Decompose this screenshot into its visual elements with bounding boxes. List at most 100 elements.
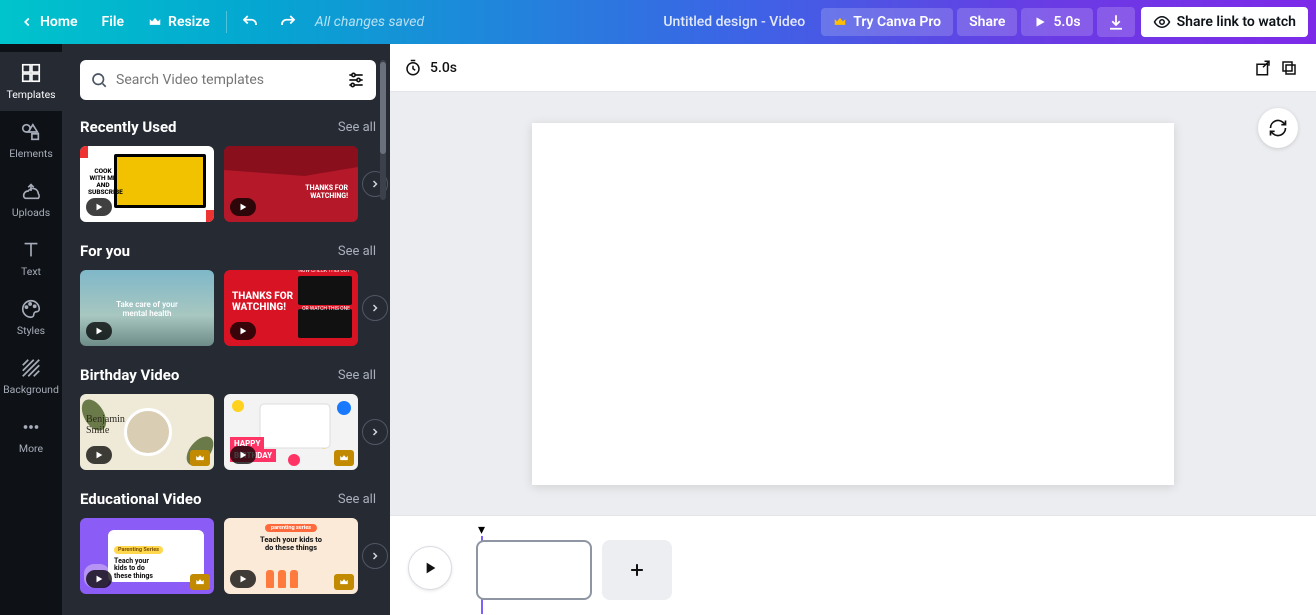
- row-next-button[interactable]: [362, 295, 388, 321]
- share-button[interactable]: Share: [957, 8, 1017, 36]
- rail-background-label: Background: [3, 383, 59, 396]
- template-thumb[interactable]: parenting series Teach your kids to do t…: [224, 518, 358, 594]
- rail-text[interactable]: Text: [0, 229, 62, 288]
- duplicate-page-button[interactable]: [1276, 55, 1302, 81]
- see-all-foryou[interactable]: See all: [338, 244, 376, 259]
- home-button[interactable]: Home: [8, 8, 90, 36]
- file-button[interactable]: File: [90, 8, 137, 36]
- page-duration-label: 5.0s: [430, 60, 457, 76]
- rail-background[interactable]: Background: [0, 347, 62, 406]
- top-bar: Home File Resize All changes saved Untit…: [0, 0, 1316, 44]
- elements-icon: [20, 121, 42, 143]
- template-thumb[interactable]: Take care of your mental health: [80, 270, 214, 346]
- play-icon: [86, 322, 112, 340]
- share-link-button[interactable]: Share link to watch: [1141, 7, 1308, 37]
- uploads-icon: [20, 180, 42, 202]
- row-next-button[interactable]: [362, 419, 388, 445]
- search-icon: [90, 71, 108, 89]
- crown-icon: [190, 574, 210, 590]
- chevron-right-icon: [369, 302, 381, 314]
- try-pro-button[interactable]: Try Canva Pro: [821, 8, 953, 36]
- row-next-button[interactable]: [362, 543, 388, 569]
- design-canvas[interactable]: [532, 123, 1174, 485]
- styles-icon: [20, 298, 42, 320]
- templates-icon: [20, 62, 42, 84]
- timeline-frame[interactable]: [476, 540, 592, 600]
- rail-elements-label: Elements: [9, 147, 53, 160]
- panel-scrollbar-thumb[interactable]: [380, 62, 386, 154]
- try-pro-label: Try Canva Pro: [853, 14, 941, 30]
- filter-icon[interactable]: [346, 70, 366, 90]
- document-title[interactable]: Untitled design - Video: [663, 14, 805, 30]
- duplicate-icon: [1280, 59, 1298, 77]
- section-title-recent: Recently Used: [80, 118, 177, 136]
- stage-toolbar: 5.0s: [390, 44, 1316, 92]
- crown-icon: [334, 450, 354, 466]
- chevron-right-icon: [369, 550, 381, 562]
- chevron-right-icon: [369, 426, 381, 438]
- play-icon: [230, 446, 256, 464]
- section-title-edu: Educational Video: [80, 490, 201, 508]
- play-icon: [230, 198, 256, 216]
- playhead[interactable]: ▾: [478, 522, 485, 538]
- play-icon: [230, 322, 256, 340]
- rail-elements[interactable]: Elements: [0, 111, 62, 170]
- rail-templates[interactable]: Templates: [0, 52, 62, 111]
- see-all-recent[interactable]: See all: [338, 120, 376, 135]
- timeline: ▾: [390, 515, 1316, 615]
- crown-icon: [833, 15, 847, 29]
- timeline-play-button[interactable]: [408, 546, 452, 590]
- redo-button[interactable]: [269, 7, 307, 37]
- search-box[interactable]: [80, 60, 376, 100]
- refresh-button[interactable]: [1258, 108, 1298, 148]
- share-label: Share: [969, 14, 1005, 30]
- download-button[interactable]: [1097, 7, 1135, 37]
- share-link-label: Share link to watch: [1177, 14, 1296, 30]
- search-input[interactable]: [116, 72, 338, 88]
- export-page-button[interactable]: [1250, 55, 1276, 81]
- template-thumb[interactable]: Parenting SeriesTeach your kids to do th…: [80, 518, 214, 594]
- play-duration-label: 5.0s: [1053, 14, 1080, 30]
- rail-text-label: Text: [21, 265, 41, 278]
- rail-styles-label: Styles: [17, 324, 45, 337]
- play-icon: [1033, 15, 1047, 29]
- more-icon: [20, 416, 42, 438]
- crown-icon: [190, 450, 210, 466]
- rail-more[interactable]: More: [0, 406, 62, 465]
- play-icon: [230, 570, 256, 588]
- rail-uploads[interactable]: Uploads: [0, 170, 62, 229]
- resize-label: Resize: [168, 14, 210, 30]
- play-icon: [86, 446, 112, 464]
- add-page-button[interactable]: [602, 540, 672, 600]
- resize-button[interactable]: Resize: [136, 8, 222, 36]
- redo-icon: [279, 13, 297, 31]
- play-icon: [422, 560, 438, 576]
- section-title-foryou: For you: [80, 242, 130, 260]
- template-thumb[interactable]: COOKWITH MEANDSUBSCRIBE: [80, 146, 214, 222]
- template-thumb[interactable]: NOW CHECK THIS OUTOR WATCH THIS ONE THAN…: [224, 270, 358, 346]
- eye-icon: [1153, 13, 1171, 31]
- template-thumb[interactable]: HAPPY BIRTHDAY: [224, 394, 358, 470]
- page-duration[interactable]: 5.0s: [404, 59, 457, 77]
- chevron-left-icon: [20, 15, 34, 29]
- template-thumb[interactable]: Benjamin Smile: [80, 394, 214, 470]
- play-duration-button[interactable]: 5.0s: [1021, 8, 1092, 36]
- save-status: All changes saved: [315, 14, 424, 30]
- stopwatch-icon: [404, 59, 422, 77]
- rail-styles[interactable]: Styles: [0, 288, 62, 347]
- divider: [226, 11, 227, 33]
- canvas-stage: 5.0s: [390, 44, 1316, 515]
- file-label: File: [102, 14, 125, 30]
- rail-more-label: More: [19, 442, 43, 455]
- see-all-birthday[interactable]: See all: [338, 368, 376, 383]
- template-thumb[interactable]: THANKS FOR WATCHING!: [224, 146, 358, 222]
- home-label: Home: [40, 14, 78, 30]
- background-icon: [20, 357, 42, 379]
- undo-button[interactable]: [231, 7, 269, 37]
- download-icon: [1107, 13, 1125, 31]
- play-icon: [86, 198, 112, 216]
- plus-icon: [627, 560, 647, 580]
- see-all-edu[interactable]: See all: [338, 492, 376, 507]
- text-icon: [20, 239, 42, 261]
- rail-templates-label: Templates: [6, 88, 55, 101]
